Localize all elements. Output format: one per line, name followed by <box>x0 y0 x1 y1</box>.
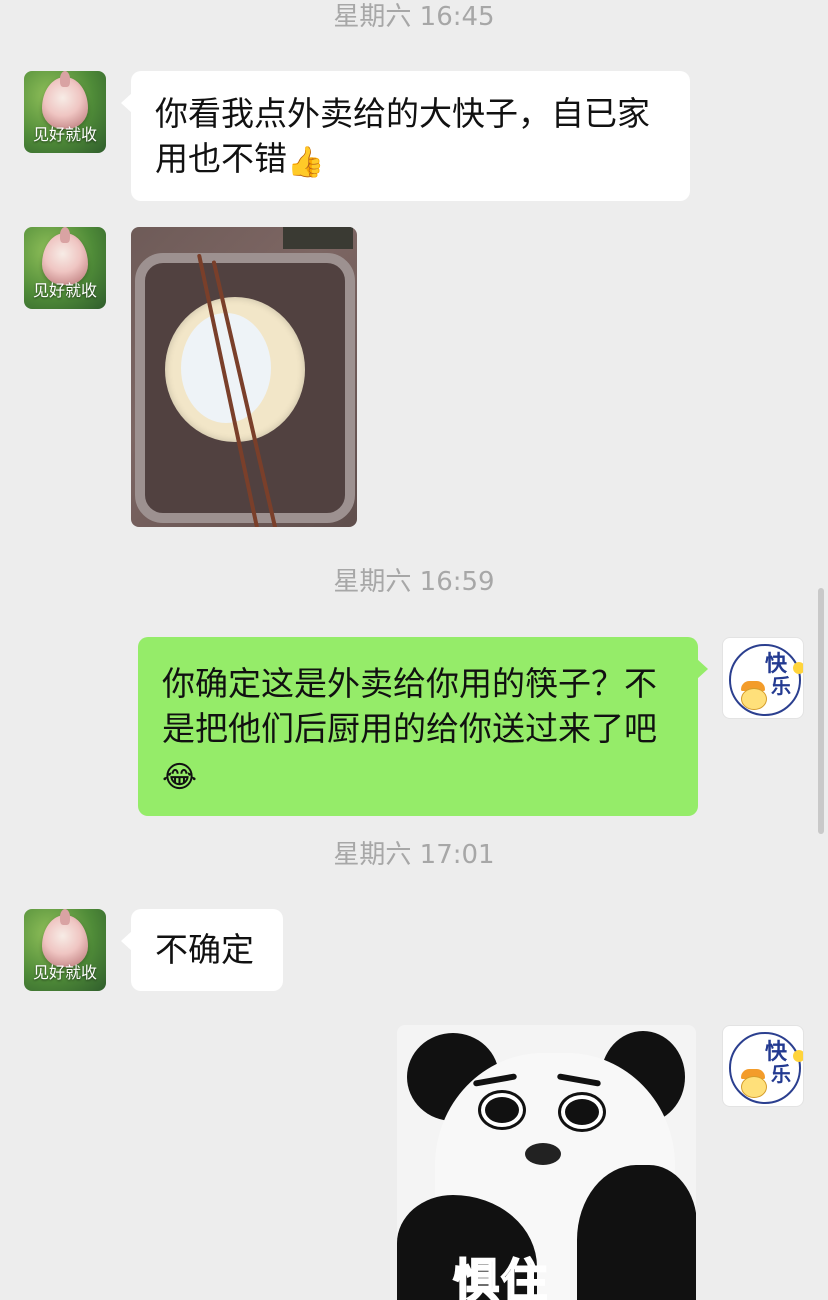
eye-shape <box>481 1093 523 1127</box>
chopsticks-photo[interactable] <box>131 227 357 527</box>
sticker-caption: 惧住 <box>452 1253 549 1300</box>
contact-avatar[interactable]: 见好就收 <box>24 227 106 309</box>
duck-logo-icon: 快 乐 <box>729 644 803 716</box>
timestamp: 星期六 16:45 <box>333 2 495 32</box>
avatar-caption: 见好就收 <box>32 963 97 982</box>
avatar-text: 乐 <box>771 1062 791 1086</box>
message-text: 你确定这是外卖给你用的筷子？不是把他们后厨用的给你送过来了吧 <box>162 664 657 748</box>
avatar-text: 快 <box>765 1040 788 1065</box>
message-text: 你看我点外卖给的大快子，自已家用也不错 <box>155 94 650 178</box>
eye-shape <box>561 1095 603 1129</box>
incoming-message-bubble[interactable]: 不确定 <box>121 909 283 991</box>
chat-view[interactable]: 星期六 16:45 见好就收 你看我点外卖给的大快子，自已家用也不错👍 见好就收… <box>0 0 828 1300</box>
avatar-caption: 见好就收 <box>32 281 97 300</box>
thumbs-up-icon: 👍 <box>287 145 325 180</box>
avatar-text: 乐 <box>771 674 791 698</box>
smiley-icon <box>793 662 803 674</box>
my-avatar[interactable]: 快 乐 <box>722 1025 804 1107</box>
duck-logo-icon: 快 乐 <box>729 1032 803 1104</box>
panda-arm-shape <box>577 1165 696 1300</box>
avatar-text: 快 <box>765 652 788 677</box>
avatar-caption: 见好就收 <box>32 125 97 144</box>
outgoing-message-bubble[interactable]: 你确定这是外卖给你用的筷子？不是把他们后厨用的给你送过来了吧 😂 <box>138 637 708 816</box>
contact-avatar[interactable]: 见好就收 <box>24 909 106 991</box>
laughing-tears-icon: 😂 <box>162 760 198 795</box>
timestamp: 星期六 17:01 <box>333 840 495 870</box>
scrollbar[interactable] <box>818 588 824 834</box>
smiley-icon <box>793 1050 803 1062</box>
towel-shape <box>283 227 353 249</box>
incoming-message-bubble[interactable]: 你看我点外卖给的大快子，自已家用也不错👍 <box>121 71 690 201</box>
lotus-tip-icon <box>60 909 70 925</box>
duck-head-icon <box>741 1076 767 1098</box>
contact-avatar[interactable]: 见好就收 <box>24 71 106 153</box>
lotus-tip-icon <box>60 227 70 243</box>
message-text: 不确定 <box>155 930 254 969</box>
duck-head-icon <box>741 688 767 710</box>
timestamp: 星期六 16:59 <box>333 567 495 597</box>
plate-center-shape <box>181 313 271 423</box>
panda-meme-sticker[interactable]: 惧住 <box>397 1025 696 1300</box>
lotus-tip-icon <box>60 71 70 87</box>
nose-shape <box>525 1143 561 1165</box>
my-avatar[interactable]: 快 乐 <box>722 637 804 719</box>
